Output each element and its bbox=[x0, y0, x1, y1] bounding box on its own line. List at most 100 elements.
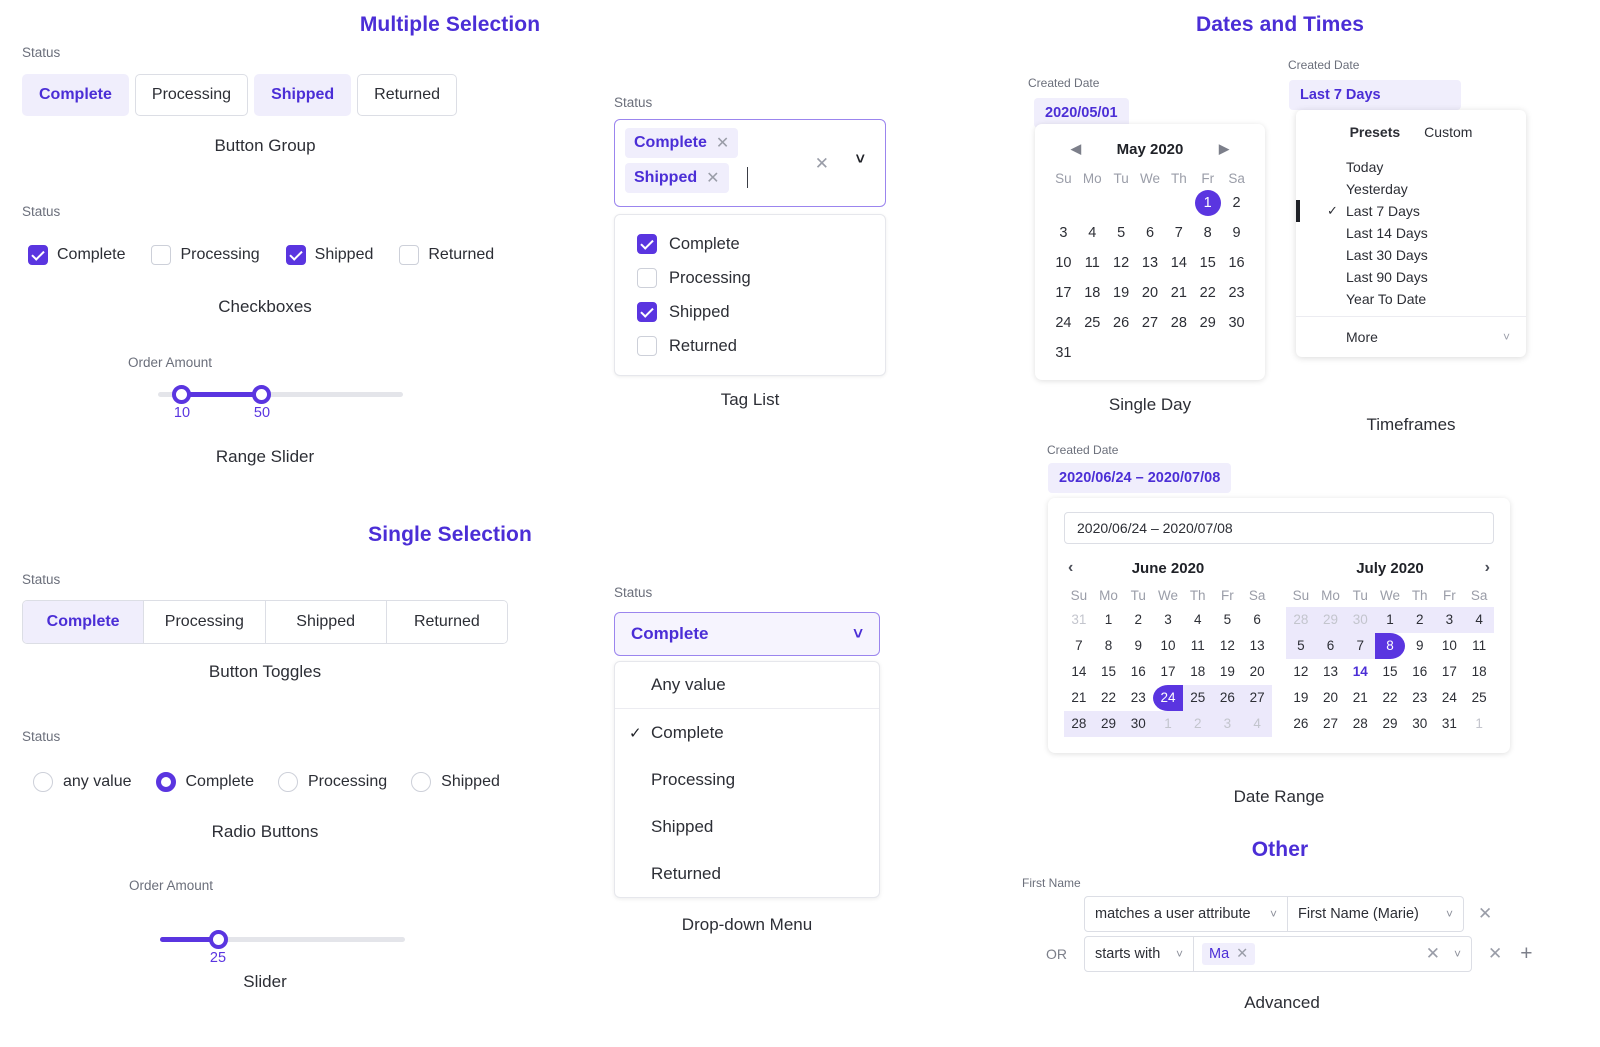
checkbox-group[interactable]: Complete Processing Shipped Returned bbox=[28, 245, 494, 265]
timeframes-preset-0[interactable]: Today bbox=[1296, 156, 1526, 178]
day-cell-15[interactable]: 15 bbox=[1094, 659, 1124, 685]
timeframes-panel[interactable]: Presets Custom Today Yesterday ✓ Last 7 Days… bbox=[1296, 110, 1526, 357]
day-cell-7[interactable]: 7 bbox=[1166, 220, 1192, 246]
day-cell-28[interactable]: 28 bbox=[1345, 711, 1375, 737]
day-cell-22[interactable]: 22 bbox=[1094, 685, 1124, 711]
advanced-row-1[interactable]: matches a user attribute ˅ First Name (M… bbox=[1084, 896, 1492, 932]
checkbox-box-3[interactable] bbox=[399, 245, 420, 265]
date-range-right-grid[interactable]: 28 29 30 1 2 3 4 5 6 7 8 9 10 11 12 13 14 15 16 17 18 19 20 21 2… bbox=[1286, 607, 1494, 737]
day-cell-11[interactable]: 11 bbox=[1464, 633, 1494, 659]
day-cell-18[interactable]: 18 bbox=[1464, 659, 1494, 685]
day-cell-4[interactable]: 4 bbox=[1183, 607, 1213, 633]
day-cell-2[interactable]: 2 bbox=[1224, 190, 1250, 216]
day-cell-31[interactable]: 31 bbox=[1050, 340, 1076, 366]
day-cell-1[interactable]: 1 bbox=[1094, 607, 1124, 633]
day-cell-7[interactable]: 7 bbox=[1064, 633, 1094, 659]
day-cell-26[interactable]: 26 bbox=[1286, 711, 1316, 737]
day-cell-29[interactable]: 29 bbox=[1375, 711, 1405, 737]
timeframes-preset-6[interactable]: Year To Date bbox=[1296, 288, 1526, 310]
tag-list-menu[interactable]: Complete Processing Shipped Returned bbox=[614, 214, 886, 376]
day-cell-19[interactable]: 19 bbox=[1108, 280, 1134, 306]
tag-menu-item-0[interactable]: Complete bbox=[615, 227, 885, 261]
day-cell-25[interactable]: 25 bbox=[1079, 310, 1105, 336]
day-cell-12[interactable]: 12 bbox=[1108, 250, 1134, 276]
radio-item-0[interactable]: any value bbox=[33, 772, 132, 792]
chevron-down-icon[interactable]: ˅ bbox=[1454, 947, 1461, 961]
day-cell-16[interactable]: 16 bbox=[1123, 659, 1153, 685]
day-cell-24[interactable]: 24 bbox=[1050, 310, 1076, 336]
day-cell-27[interactable]: 27 bbox=[1137, 310, 1163, 336]
day-cell-14[interactable]: 14 bbox=[1345, 659, 1375, 685]
day-cell-17[interactable]: 17 bbox=[1153, 659, 1183, 685]
radio-button-3[interactable] bbox=[411, 772, 432, 792]
day-cell-21[interactable]: 21 bbox=[1166, 280, 1192, 306]
radio-button-1[interactable] bbox=[155, 772, 176, 792]
single-day-calendar[interactable]: ◀ May 2020 ▶ Su Mo Tu We Th Fr Sa 1 2 3 4 5 6 7 8 9 10 1… bbox=[1035, 124, 1265, 380]
dropdown-item-1[interactable]: ✓ Complete bbox=[615, 709, 879, 756]
day-cell-27[interactable]: 27 bbox=[1242, 685, 1272, 711]
day-cell-7[interactable]: 7 bbox=[1345, 633, 1376, 659]
range-slider-knob-max[interactable] bbox=[252, 385, 271, 404]
dropdown-widget[interactable]: Complete ˅ Any value ✓ Complete Processing S… bbox=[614, 612, 880, 898]
day-cell-6[interactable]: 6 bbox=[1315, 633, 1346, 659]
dropdown-button[interactable]: Complete ˅ bbox=[614, 612, 880, 656]
day-cell-21[interactable]: 21 bbox=[1345, 685, 1375, 711]
day-cell-23[interactable]: 23 bbox=[1224, 280, 1250, 306]
button-toggle-group[interactable]: Complete Processing Shipped Returned bbox=[22, 600, 508, 644]
remove-tag-icon-0[interactable]: ✕ bbox=[716, 133, 729, 153]
day-cell-18[interactable]: 18 bbox=[1079, 280, 1105, 306]
day-cell-16[interactable]: 16 bbox=[1405, 659, 1435, 685]
timeframes-preset-4[interactable]: Last 30 Days bbox=[1296, 244, 1526, 266]
day-cell-23[interactable]: 23 bbox=[1123, 685, 1153, 711]
radio-button-0[interactable] bbox=[33, 772, 53, 792]
day-cell-28[interactable]: 28 bbox=[1166, 310, 1192, 336]
timeframes-tabs[interactable]: Presets Custom bbox=[1296, 110, 1526, 140]
radio-group[interactable]: any value Complete Processing Shipped bbox=[33, 772, 500, 792]
day-cell-8[interactable]: 8 bbox=[1094, 633, 1124, 659]
single-day-grid[interactable]: 1 2 3 4 5 6 7 8 9 10 11 12 13 14 15 16 17 18 19 20 21 22 23 24 2… bbox=[1049, 190, 1251, 366]
day-cell-29[interactable]: 29 bbox=[1093, 711, 1124, 737]
day-cell-13[interactable]: 13 bbox=[1137, 250, 1163, 276]
day-cell-27[interactable]: 27 bbox=[1316, 711, 1346, 737]
advanced-row-2[interactable]: OR starts with ˅ Ma ✕ ✕ ˅ ✕ + bbox=[1046, 936, 1533, 972]
range-slider[interactable]: 10 50 bbox=[158, 383, 403, 421]
checkbox-item-1[interactable]: Processing bbox=[151, 245, 260, 265]
day-cell-2[interactable]: 2 bbox=[1182, 711, 1213, 737]
day-cell-10[interactable]: 10 bbox=[1435, 633, 1465, 659]
timeframes-preset-3[interactable]: Last 14 Days bbox=[1296, 222, 1526, 244]
day-cell-22[interactable]: 22 bbox=[1195, 280, 1221, 306]
day-cell-25[interactable]: 25 bbox=[1182, 685, 1213, 711]
checkbox-box-1[interactable] bbox=[151, 245, 172, 265]
button-toggle-option-0[interactable]: Complete bbox=[23, 601, 145, 643]
next-month-icon[interactable]: ▶ bbox=[1219, 141, 1229, 157]
advanced-operator-select-1[interactable]: matches a user attribute ˅ bbox=[1084, 896, 1288, 932]
next-month-icon[interactable]: › bbox=[1485, 559, 1490, 577]
timeframes-preset-list[interactable]: Today Yesterday ✓ Last 7 Days Last 14 Days La… bbox=[1296, 140, 1526, 316]
day-cell-31[interactable]: 31 bbox=[1435, 711, 1465, 737]
day-cell-23[interactable]: 23 bbox=[1405, 685, 1435, 711]
day-cell-1[interactable]: 1 bbox=[1464, 711, 1494, 737]
advanced-value-select-1[interactable]: First Name (Marie) ˅ bbox=[1288, 896, 1464, 932]
tag-menu-checkbox-1[interactable] bbox=[637, 268, 657, 288]
tag-menu-checkbox-0[interactable] bbox=[637, 234, 657, 254]
day-cell-19[interactable]: 19 bbox=[1213, 659, 1243, 685]
radio-item-1[interactable]: Complete bbox=[155, 772, 254, 792]
clear-icon[interactable]: ✕ bbox=[815, 154, 829, 174]
tag-menu-item-3[interactable]: Returned bbox=[615, 329, 885, 363]
day-cell-11[interactable]: 11 bbox=[1079, 250, 1105, 276]
tag-1[interactable]: Shipped ✕ bbox=[625, 163, 729, 193]
button-group[interactable]: Complete Processing Shipped Returned bbox=[22, 74, 457, 116]
day-cell-1[interactable]: 1 bbox=[1375, 607, 1405, 633]
day-cell-29[interactable]: 29 bbox=[1195, 310, 1221, 336]
checkbox-item-3[interactable]: Returned bbox=[399, 245, 494, 265]
day-cell-15[interactable]: 15 bbox=[1195, 250, 1221, 276]
day-cell-13[interactable]: 13 bbox=[1242, 633, 1272, 659]
timeframes-more-row[interactable]: More ˅ bbox=[1296, 316, 1526, 357]
day-cell-3[interactable]: 3 bbox=[1212, 711, 1243, 737]
timeframes-tab-0[interactable]: Presets bbox=[1350, 124, 1401, 140]
day-cell-3[interactable]: 3 bbox=[1434, 607, 1465, 633]
advanced-tag[interactable]: Ma ✕ bbox=[1202, 943, 1256, 965]
remove-condition-icon-1[interactable]: ✕ bbox=[1478, 904, 1492, 924]
dropdown-item-2[interactable]: Processing bbox=[615, 756, 879, 803]
day-cell-4[interactable]: 4 bbox=[1079, 220, 1105, 246]
